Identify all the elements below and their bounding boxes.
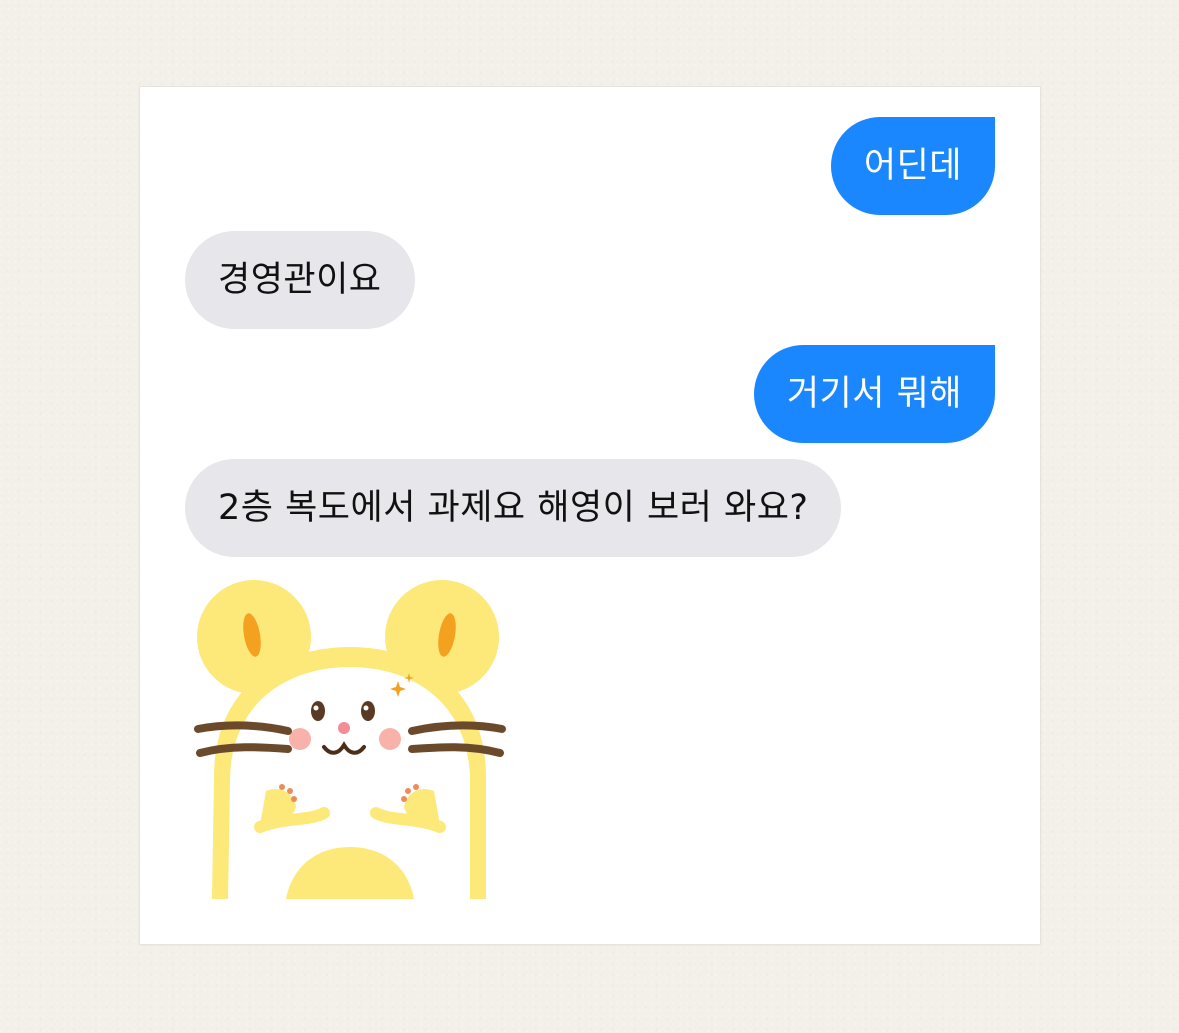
hamster-sticker-icon[interactable] [190, 577, 510, 907]
message-text: 경영관이요 [218, 260, 382, 300]
message-text: 거기서 뭐해 [786, 374, 962, 414]
message-text: 2층 복도에서 과제요 해영이 보러 와요? [218, 488, 809, 528]
message-text: 어딘데 [863, 146, 962, 186]
chat-card: 어딘데 경영관이요 거기서 뭐해 2층 복도에서 과제요 해영이 보러 와요? [140, 87, 1040, 944]
outgoing-message[interactable]: 어딘데 [830, 117, 995, 215]
incoming-message[interactable]: 경영관이요 [185, 231, 415, 329]
outgoing-message[interactable]: 거기서 뭐해 [753, 345, 995, 443]
incoming-message[interactable]: 2층 복도에서 과제요 해영이 보러 와요? [185, 459, 842, 557]
